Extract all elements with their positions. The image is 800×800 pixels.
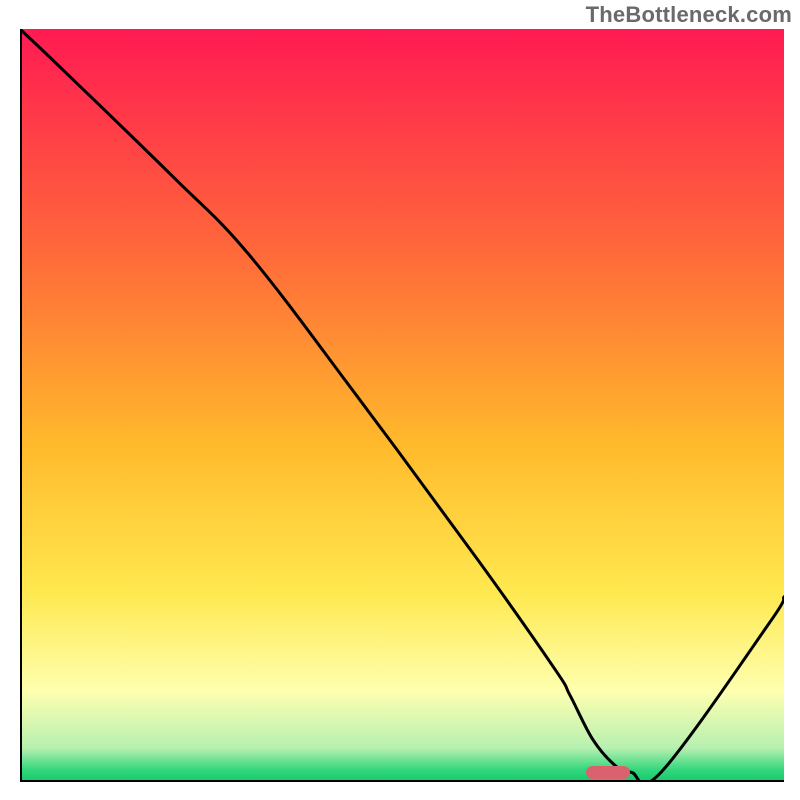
chart-canvas: TheBottleneck.com [0, 0, 800, 800]
bottleneck-curve [20, 29, 784, 782]
y-axis-line [20, 29, 22, 782]
plot-area [20, 29, 784, 782]
watermark-text: TheBottleneck.com [586, 2, 792, 28]
x-axis-line [20, 780, 784, 782]
optimal-marker [586, 766, 630, 779]
